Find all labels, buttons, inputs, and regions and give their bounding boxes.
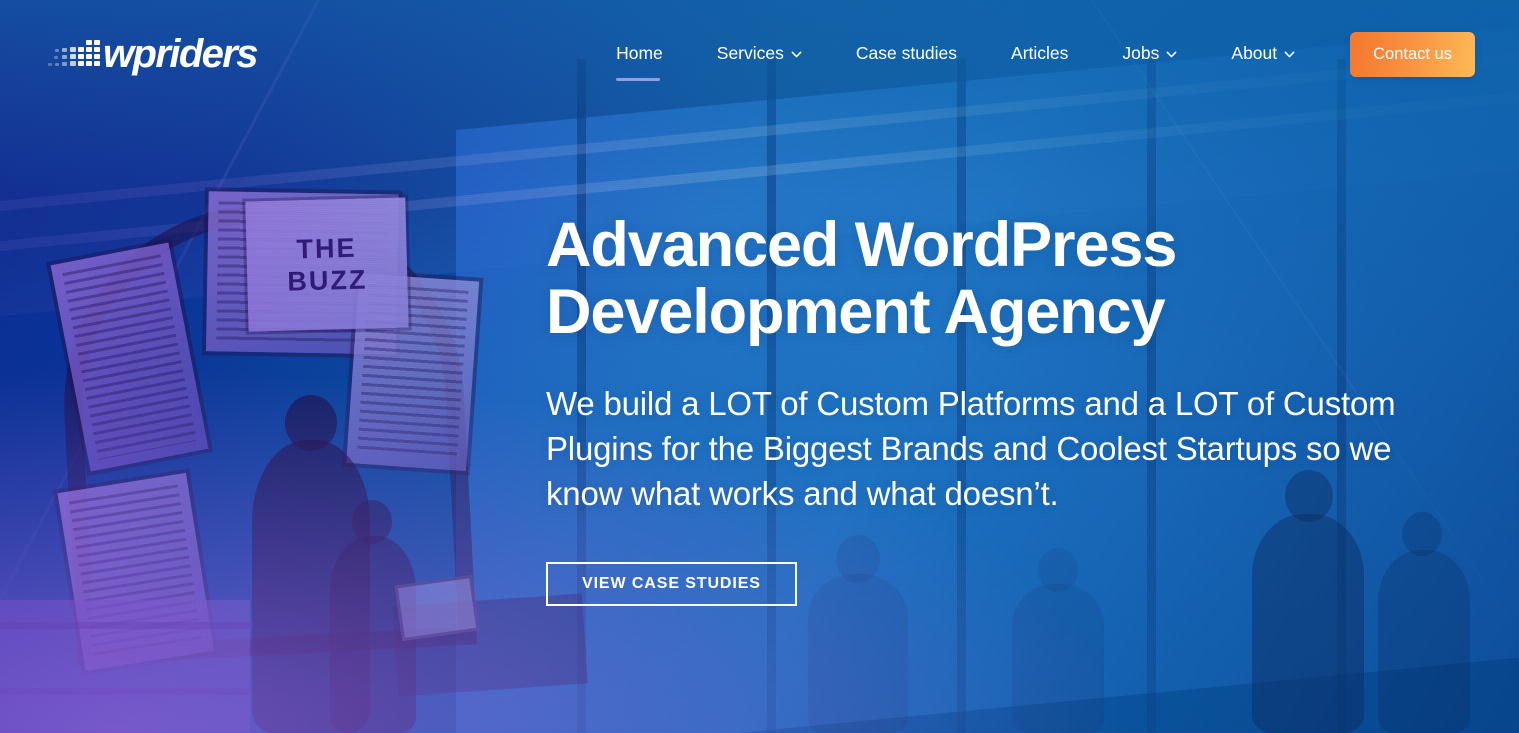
halftone-dots-icon	[48, 40, 100, 66]
counter-edge	[0, 688, 250, 695]
hero-content: Advanced WordPress Development Agency We…	[546, 210, 1426, 607]
the-buzz-sign: THE BUZZ	[245, 197, 409, 332]
nav-item-jobs-label: Jobs	[1122, 43, 1160, 64]
nav-item-about[interactable]: About	[1204, 45, 1322, 63]
chevron-down-icon	[791, 51, 802, 57]
chevron-down-icon	[1284, 51, 1295, 57]
hero-section: THE BUZZ wpriders Home Services Case stu…	[0, 0, 1519, 733]
tablet-device	[394, 574, 480, 642]
nav-item-case-studies-label: Case studies	[855, 43, 958, 64]
contact-us-button[interactable]: Contact us	[1350, 31, 1475, 77]
counter-edge	[0, 622, 250, 629]
logo-text: wpriders	[103, 32, 259, 76]
logo[interactable]: wpriders	[44, 32, 259, 76]
poster-text-lines	[62, 254, 197, 460]
hero-title: Advanced WordPress Development Agency	[546, 210, 1177, 348]
view-case-studies-button[interactable]: VIEW CASE STUDIES	[546, 562, 797, 607]
the-buzz-sign-line2: BUZZ	[286, 264, 368, 297]
site-header: wpriders Home Services Case studies Arti…	[0, 0, 1519, 108]
chevron-down-icon	[1166, 51, 1177, 57]
main-navigation: Home Services Case studies Articles Jobs	[589, 0, 1475, 108]
nav-item-services-label: Services	[716, 43, 784, 64]
nav-item-about-label: About	[1231, 43, 1278, 64]
nav-item-jobs[interactable]: Jobs	[1095, 45, 1204, 63]
nav-item-articles-label: Articles	[1011, 43, 1069, 64]
counter-wall	[0, 600, 250, 733]
nav-item-home-label: Home	[616, 43, 663, 64]
nav-item-services[interactable]: Services	[690, 45, 829, 63]
hero-subtitle: We build a LOT of Custom Platforms and a…	[546, 384, 1396, 513]
nav-item-articles[interactable]: Articles	[984, 45, 1095, 63]
nav-item-home[interactable]: Home	[589, 43, 690, 80]
nav-item-case-studies[interactable]: Case studies	[829, 45, 984, 63]
the-buzz-sign-line1: THE	[296, 232, 357, 264]
